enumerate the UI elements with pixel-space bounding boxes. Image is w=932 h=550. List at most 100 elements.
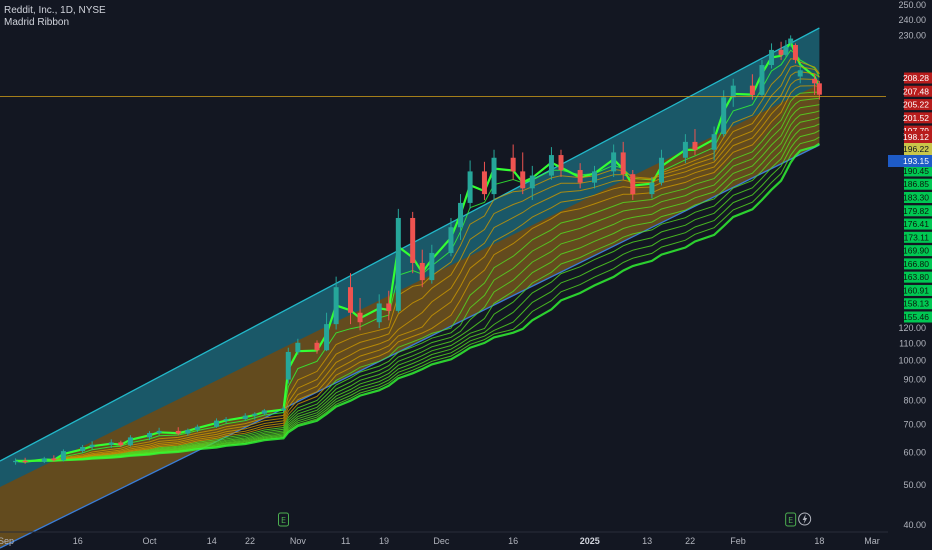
tag-label: 186.85	[903, 179, 929, 189]
candle-body	[295, 342, 301, 352]
candle-body	[419, 262, 425, 281]
y-tick-label: 90.00	[903, 375, 926, 385]
time-axis[interactable]: Sep 16 Oct 14 22 Nov 11 19 Dec 16 2025 13 22 Feb 18 Mar	[0, 531, 888, 546]
candle-body	[194, 426, 200, 430]
earnings-marker-oct[interactable]: E	[278, 512, 290, 527]
candle-body	[80, 446, 86, 452]
candle	[769, 43, 775, 69]
candle-body	[395, 217, 401, 311]
tag-label: 169.90	[903, 246, 929, 256]
candle-body	[314, 342, 320, 351]
x-tick-label: Sep	[0, 536, 14, 546]
x-tick-label: 22	[685, 536, 695, 546]
ribbon-level-tag: 186.85	[903, 178, 932, 190]
x-tick-label: 14	[207, 536, 217, 546]
tag-label: 163.80	[903, 272, 929, 282]
candle-body	[658, 157, 664, 183]
candle-body	[520, 171, 526, 189]
candle-body	[89, 444, 95, 447]
y-tick-label: 100.00	[898, 356, 926, 366]
candle-body	[692, 141, 698, 150]
indicator-title[interactable]: Madrid Ribbon	[4, 17, 106, 29]
x-tick-label: Feb	[730, 536, 746, 546]
ribbon-level-tag: 176.41	[903, 218, 932, 230]
symbol-title[interactable]: Reddit, Inc., 1D, NYSE	[4, 5, 106, 17]
y-tick-label: 50.00	[903, 480, 926, 490]
candle-body	[285, 351, 291, 380]
candle	[759, 59, 765, 98]
candle	[481, 161, 487, 200]
ribbon-level-tag: 160.91	[903, 284, 932, 296]
candle-body	[558, 155, 564, 171]
candle-body	[118, 442, 124, 446]
price-tag: 193.15	[888, 155, 932, 167]
candle-body	[759, 65, 765, 95]
candle-body	[577, 170, 583, 183]
ribbon-level-tag: 183.30	[903, 192, 932, 203]
candle-body	[22, 460, 28, 463]
candle-body	[783, 46, 789, 55]
candle	[491, 149, 497, 200]
candle-body	[13, 460, 19, 463]
candle-body	[797, 70, 803, 77]
tag-label: 201.52	[903, 113, 929, 123]
x-tick-label: Oct	[143, 536, 158, 546]
candle-body	[214, 420, 220, 427]
tag-label: 208.28	[903, 73, 929, 83]
candle-body	[185, 429, 191, 434]
inner-band	[0, 84, 820, 548]
x-tick-label: 16	[73, 536, 83, 546]
chart-legend: Reddit, Inc., 1D, NYSE Madrid Ribbon	[4, 5, 106, 29]
candle	[548, 147, 554, 180]
candle	[520, 152, 526, 195]
candle-body	[458, 202, 464, 228]
candle-body	[510, 157, 516, 172]
x-tick-label: 18	[814, 536, 824, 546]
x-tick-label: 19	[379, 536, 389, 546]
y-tick-label: 240.00	[898, 15, 926, 25]
ribbon-level-tag: 207.48	[903, 85, 932, 97]
x-tick-label: 11	[341, 536, 350, 546]
event-icons[interactable]: EE	[278, 512, 812, 527]
price-tag-label: 193.15	[903, 156, 929, 166]
price-axis[interactable]: 250.00 240.00 230.00 120.00 110.00 100.00 90.0…	[886, 0, 932, 550]
candle-body	[223, 419, 229, 421]
ribbon-level-tag: 201.52	[903, 112, 932, 124]
candle-body	[448, 227, 454, 253]
earnings-marker-feb[interactable]: E	[785, 512, 797, 527]
tag-label: 166.80	[903, 259, 929, 269]
candle-body	[788, 38, 794, 44]
price-tag: 198.12	[903, 131, 932, 143]
candle-body	[682, 141, 688, 158]
x-tick-label: 2025	[580, 536, 600, 546]
tag-label: 158.13	[903, 299, 929, 309]
tag-label: 155.46	[903, 312, 929, 322]
candle-body	[711, 134, 717, 150]
x-tick-label: 16	[508, 536, 518, 546]
candle-body	[252, 413, 258, 416]
x-tick-label: Mar	[864, 536, 880, 546]
candle-body	[347, 287, 353, 313]
ribbon-level-tag: 205.22	[903, 99, 932, 111]
candle	[285, 347, 291, 384]
candle-body	[721, 97, 727, 135]
ribbon-level-tag: 158.13	[903, 298, 932, 310]
candle-body	[324, 324, 330, 351]
tag-label: 176.41	[903, 219, 929, 229]
ribbon-level-tag: 155.46	[903, 311, 932, 323]
candle-body	[769, 49, 775, 66]
tag-label: 183.30	[903, 193, 929, 203]
ribbon-level-tag: 173.11	[904, 231, 932, 243]
price-chart[interactable]: 250.00 240.00 230.00 120.00 110.00 100.00 90.0…	[0, 0, 932, 550]
lightning-marker[interactable]	[798, 512, 812, 526]
ribbon-level-tag: 190.45	[903, 165, 932, 177]
candle-body	[749, 85, 755, 95]
candle-body	[357, 312, 363, 323]
candle	[395, 208, 401, 313]
candle-body	[376, 303, 382, 323]
candle-body	[60, 451, 66, 461]
candle-body	[127, 437, 133, 446]
candle-body	[649, 182, 655, 195]
candle-body	[410, 217, 416, 263]
y-tick-label: 80.00	[903, 396, 926, 406]
